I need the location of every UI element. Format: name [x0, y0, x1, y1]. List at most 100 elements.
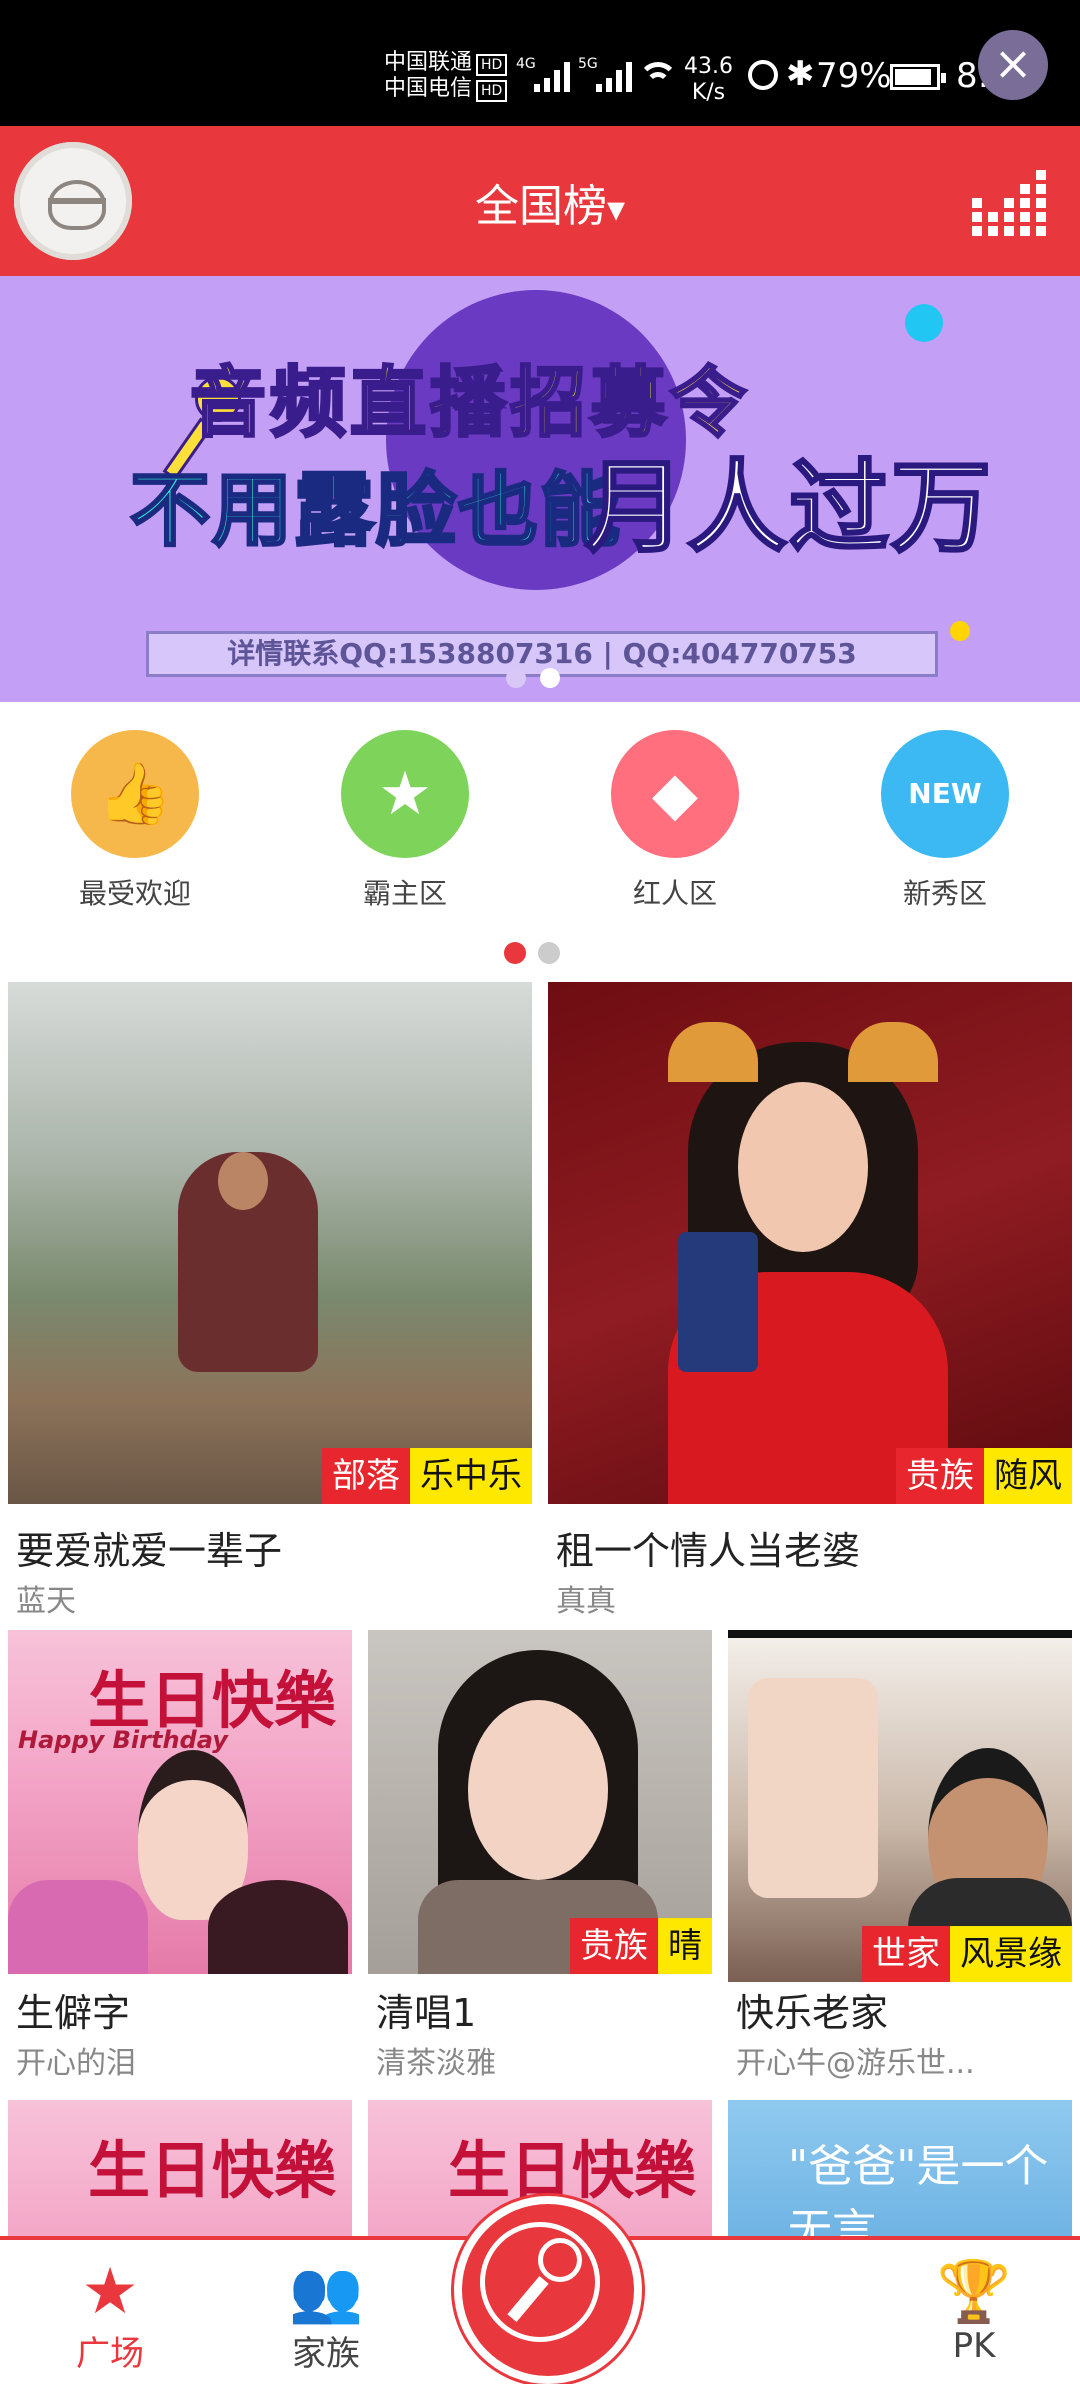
room-cover-image: 贵族 随风	[548, 982, 1072, 1504]
banner-page-dot	[506, 668, 526, 688]
category-label: 霸主区	[362, 877, 447, 910]
promo-banner[interactable]: 音频直播招募令 不用露脸也能 月人过万 详情联系QQ:1538807316 | …	[0, 276, 1080, 702]
nav-label: 广场	[76, 2334, 144, 2374]
birthday-text: 生日快樂	[448, 2134, 697, 2207]
category-most-popular[interactable]: 👍 最受欢迎	[50, 730, 220, 912]
category-newcomer[interactable]: NEW 新秀区	[860, 730, 1030, 912]
nav-pk[interactable]: 🏆 PK	[894, 2260, 1054, 2366]
room-title: 租一个情人当老婆	[556, 1529, 861, 1573]
avatar-placeholder-icon	[48, 180, 106, 230]
room-tags: 贵族 晴	[570, 1918, 712, 1974]
person-face	[468, 1700, 608, 1880]
person-face	[738, 1082, 868, 1252]
room-host: 清茶淡雅	[376, 2046, 496, 2081]
room-host: 开心的泪	[16, 2046, 136, 2081]
category-page-dot-active	[504, 942, 526, 964]
signal-icon-1	[534, 58, 570, 92]
new-tag-icon: NEW	[881, 730, 1009, 858]
carrier-labels: 中国联通 HD 中国电信 HD	[384, 50, 508, 102]
microphone-icon	[538, 2238, 582, 2282]
battery-icon	[890, 64, 946, 90]
status-bar: 中国联通HD 中国电信HD 4G 5G 43.6 K/s ✱ 79% 8:51	[0, 0, 1080, 126]
net-speed-unit: K/s	[691, 80, 726, 105]
room-card[interactable]: 部落 乐中乐 要爱就爱一辈子 蓝天	[8, 982, 532, 1622]
medal-icon: ★	[341, 730, 469, 858]
room-host: 开心牛@游乐世...	[736, 2046, 975, 2081]
room-cover-image[interactable]: 生日快樂	[8, 2100, 352, 2236]
live-mic-button[interactable]	[454, 2196, 642, 2384]
alarm-icon	[748, 60, 778, 90]
category-label: 新秀区	[902, 877, 987, 910]
tag-host: 风景缘	[950, 1926, 1072, 1982]
page-title: 全国榜	[474, 181, 607, 232]
tag-host: 晴	[658, 1918, 712, 1974]
banner-page-dot-active	[540, 668, 560, 688]
tag-rank: 贵族	[570, 1918, 658, 1974]
room-card[interactable]: 贵族 随风 租一个情人当老婆 真真	[548, 982, 1072, 1622]
cake	[208, 1880, 348, 1974]
cup	[678, 1232, 758, 1372]
wifi-icon	[638, 62, 678, 96]
nav-label: 家族	[292, 2334, 360, 2374]
room-tags: 世家 风景缘	[862, 1926, 1072, 1982]
group-icon: 👥	[288, 2257, 364, 2327]
cake	[748, 1678, 878, 1898]
star-icon: ★	[81, 2255, 139, 2329]
room-tags: 贵族 随风	[896, 1448, 1072, 1504]
ranking-chart-icon[interactable]	[972, 156, 1052, 236]
signal-icon-2	[596, 58, 632, 92]
net-type-2: 5G	[578, 56, 598, 72]
nav-label: PK	[952, 2326, 996, 2366]
room-title: 要爱就爱一辈子	[16, 1529, 283, 1573]
nav-plaza[interactable]: ★ 广场	[30, 2260, 190, 2375]
room-cover-image: 贵族 晴	[368, 1630, 712, 1974]
nav-family[interactable]: 👥 家族	[246, 2260, 406, 2375]
close-icon[interactable]: ×	[978, 30, 1048, 100]
room-title: 快乐老家	[736, 1991, 889, 2035]
room-cover-image[interactable]: "爸爸"是一个无言	[728, 2100, 1072, 2236]
room-host: 真真	[556, 1584, 616, 1619]
bluetooth-icon: ✱	[786, 54, 815, 94]
category-overlord[interactable]: ★ 霸主区	[320, 730, 490, 912]
room-card[interactable]: 生日快樂 Happy Birthday 生僻字 开心的泪	[8, 1630, 352, 2090]
net-speed: 43.6 K/s	[684, 54, 733, 106]
tag-host: 乐中乐	[410, 1448, 532, 1504]
category-label: 最受欢迎	[78, 877, 191, 910]
net-type-1: 4G	[516, 56, 536, 72]
antler-left	[668, 1022, 758, 1082]
avatar[interactable]	[14, 142, 132, 260]
thumbs-up-icon: 👍	[71, 730, 199, 858]
category-label: 红人区	[632, 877, 717, 910]
tag-host: 随风	[984, 1448, 1072, 1504]
room-card[interactable]: 世家 风景缘 快乐老家 开心牛@游乐世...	[728, 1630, 1072, 2090]
room-tags: 部落 乐中乐	[322, 1448, 532, 1504]
flowers	[8, 1880, 148, 1974]
banner-decoration	[905, 304, 943, 342]
category-page-dot	[538, 942, 560, 964]
carrier-1: 中国联通	[384, 50, 473, 75]
room-cover-image: 生日快樂 Happy Birthday	[8, 1630, 352, 1974]
room-cover-image: 部落 乐中乐	[8, 982, 532, 1504]
battery-percent: 79%	[816, 56, 892, 96]
antler-right	[848, 1022, 938, 1082]
hd-badge-2: HD	[476, 80, 508, 102]
ranking-selector[interactable]: 全国榜▾	[400, 170, 700, 234]
diamond-icon: ◆	[611, 730, 739, 858]
room-card[interactable]: 贵族 晴 清唱1 清茶淡雅	[368, 1630, 712, 2090]
category-celebrity[interactable]: ◆ 红人区	[590, 730, 760, 912]
person-face	[218, 1152, 268, 1210]
carrier-2: 中国电信	[384, 76, 473, 101]
room-cover-image: 世家 风景缘	[728, 1630, 1072, 1982]
banner-subline-a: 不用露脸也能	[129, 463, 622, 559]
room-title: 生僻字	[16, 1991, 131, 2035]
trophy-icon: 🏆	[936, 2257, 1012, 2327]
net-speed-value: 43.6	[684, 54, 733, 79]
tag-rank: 世家	[862, 1926, 950, 1982]
banner-subline-b: 月人过万	[584, 448, 993, 568]
tag-rank: 贵族	[896, 1448, 984, 1504]
chevron-down-icon: ▾	[606, 189, 626, 230]
room-title: 清唱1	[376, 1991, 477, 2035]
tag-rank: 部落	[322, 1448, 410, 1504]
banner-decoration	[950, 621, 970, 641]
room-host: 蓝天	[16, 1584, 76, 1619]
